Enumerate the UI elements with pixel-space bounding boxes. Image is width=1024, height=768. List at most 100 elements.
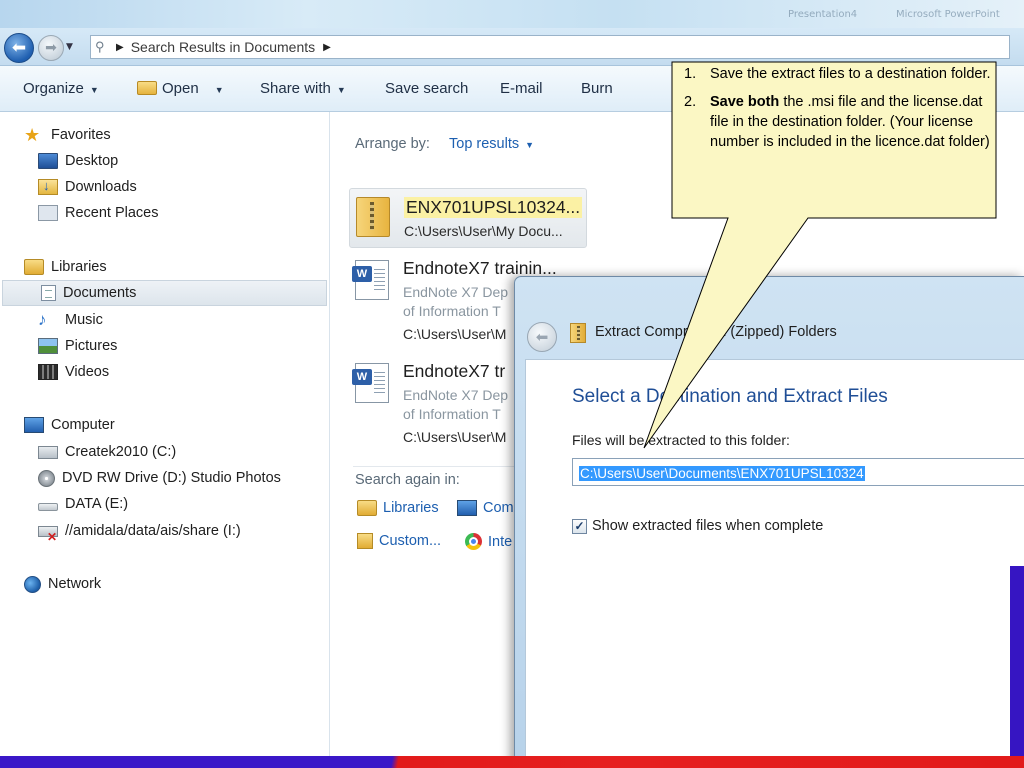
nav-label: Pictures (65, 338, 118, 354)
search-again-custom-link[interactable]: Custom... (357, 533, 441, 549)
result-path: C:\Users\User\My Docu... (404, 223, 563, 239)
nav-item-pictures[interactable]: Pictures (38, 333, 117, 359)
nav-item-music[interactable]: ♪ Music (38, 307, 103, 333)
open-label: Open (162, 80, 199, 97)
arrange-by-dropdown[interactable]: Top results ▼ (449, 136, 534, 152)
destination-label: Files will be extracted to this folder: (572, 432, 790, 448)
organize-button[interactable]: Organize ▼ (23, 80, 99, 97)
chevron-down-icon: ▼ (336, 85, 346, 95)
result-name: EndnoteX7 tr (403, 361, 506, 381)
result-name: ENX701UPSL10324... (404, 197, 583, 218)
search-again-computer-link[interactable]: Com (457, 500, 514, 516)
nav-item-drive-d[interactable]: DVD RW Drive (D:) Studio Photos (38, 465, 281, 491)
destination-folder-value: C:\Users\User\Documents\ENX701UPSL10324 (579, 466, 865, 481)
search-icon: ⚲ (95, 39, 105, 54)
search-again-label: Search again in: (355, 472, 460, 488)
nav-label: Favorites (51, 127, 111, 143)
breadcrumb-arrow-icon[interactable]: ▶ (323, 42, 331, 53)
step-text: Save the extract files to a destination … (710, 66, 991, 82)
open-button[interactable]: Open ▼ (137, 80, 224, 97)
desktop-icon (38, 153, 58, 169)
step-emphasis: Save both (710, 94, 780, 110)
libraries-icon (24, 259, 44, 275)
result-snippet: of Information T (403, 406, 501, 422)
nav-label: Network (48, 576, 102, 592)
nav-label: Libraries (51, 259, 107, 275)
back-button[interactable]: ⬅ (4, 33, 34, 63)
folder-open-icon (137, 81, 157, 95)
save-search-button[interactable]: Save search (385, 80, 468, 97)
dialog-back-button[interactable]: ⬅ (527, 322, 557, 352)
forward-button[interactable]: ➡ (38, 35, 64, 61)
nav-item-documents[interactable]: Documents (2, 280, 327, 306)
breadcrumb[interactable]: Search Results in Documents (131, 39, 315, 55)
nav-item-drive-c[interactable]: Createk2010 (C:) (38, 439, 176, 465)
share-with-button[interactable]: Share with ▼ (260, 80, 346, 97)
nav-item-downloads[interactable]: Downloads (38, 174, 137, 200)
breadcrumb-arrow-icon[interactable]: ▶ (116, 42, 124, 53)
nav-item-drive-i[interactable]: //amidala/data/ais/share (I:) (38, 518, 241, 544)
music-icon: ♪ (38, 310, 47, 329)
dialog-body: Select a Destination and Extract Files F… (525, 359, 1024, 768)
nav-label: Music (65, 312, 103, 328)
nav-favorites[interactable]: ★ Favorites (24, 122, 111, 148)
forward-arrow-icon: ➡ (45, 40, 57, 56)
nav-label: Documents (63, 285, 137, 301)
search-again-libraries-link[interactable]: Libraries (357, 500, 439, 516)
address-bar: ⬅ ➡ ▼ ⚲ ▶ Search Results in Documents ▶ (0, 28, 1024, 66)
navigation-pane: ★ Favorites Desktop Downloads Recent Plac… (0, 112, 330, 756)
drive-icon (38, 503, 58, 511)
result-snippet: of Information T (403, 303, 501, 319)
chrome-icon (465, 533, 482, 550)
zip-folder-icon (356, 197, 390, 237)
chevron-down-icon: ▼ (214, 85, 224, 95)
link-label: Custom... (379, 533, 442, 549)
documents-icon (41, 285, 56, 301)
pictures-icon (38, 338, 58, 354)
libraries-icon (357, 500, 377, 516)
nav-item-desktop[interactable]: Desktop (38, 148, 118, 174)
nav-item-drive-e[interactable]: DATA (E:) (38, 491, 128, 517)
disconnected-network-drive-icon (38, 525, 58, 544)
show-extracted-checkbox[interactable]: ✓ Show extracted files when complete (572, 518, 823, 534)
custom-folder-icon (357, 533, 373, 549)
nav-label: Desktop (65, 153, 119, 169)
arrange-by-label: Arrange by: (355, 136, 430, 152)
nav-network[interactable]: Network (24, 571, 101, 597)
nav-label: DVD RW Drive (D:) Studio Photos (62, 470, 281, 486)
result-item[interactable]: ENX701UPSL10324... C:\Users\User\My Docu… (349, 188, 587, 248)
nav-libraries[interactable]: Libraries (24, 254, 107, 280)
callout-text: 1. Save the extract files to a destinatio… (676, 64, 994, 216)
dialog-title: Extract Compressed (Zipped) Folders (595, 324, 837, 340)
search-again-internet-link[interactable]: Inte (465, 533, 512, 550)
link-label: Com (483, 500, 514, 516)
recent-places-icon (38, 205, 58, 221)
star-icon: ★ (24, 125, 41, 145)
zip-folder-icon (570, 323, 586, 343)
dialog-heading: Select a Destination and Extract Files (572, 386, 888, 407)
nav-label: Createk2010 (C:) (65, 444, 177, 460)
nav-item-videos[interactable]: Videos (38, 359, 109, 385)
step-number: 1. (684, 66, 697, 82)
email-button[interactable]: E-mail (500, 80, 543, 97)
hard-drive-icon (38, 445, 58, 459)
nav-label: //amidala/data/ais/share (I:) (65, 523, 241, 539)
word-doc-icon (352, 363, 389, 403)
computer-icon (457, 500, 477, 516)
nav-label: Recent Places (65, 205, 159, 221)
nav-label: Computer (51, 417, 115, 433)
address-field[interactable]: ⚲ ▶ Search Results in Documents ▶ (90, 35, 1010, 59)
burn-button[interactable]: Burn (581, 80, 613, 97)
back-arrow-icon: ⬅ (11, 38, 27, 58)
slide-decoration-bar (1010, 566, 1024, 756)
step-number: 2. (684, 94, 697, 110)
nav-label: DATA (E:) (65, 496, 129, 512)
callout-step-2: 2. Save both the .msi file and the licens… (684, 92, 994, 152)
window-title-strip: Presentation4 Microsoft PowerPoint (0, 0, 1024, 30)
destination-folder-input[interactable]: C:\Users\User\Documents\ENX701UPSL10324 (572, 458, 1024, 486)
nav-item-recent-places[interactable]: Recent Places (38, 200, 159, 226)
recent-pages-dropdown-icon[interactable]: ▼ (66, 42, 73, 52)
extract-dialog: ⬅ Extract Compressed (Zipped) Folders Se… (514, 276, 1024, 768)
slide-footer-bar (0, 756, 1024, 768)
nav-computer[interactable]: Computer (24, 412, 115, 438)
